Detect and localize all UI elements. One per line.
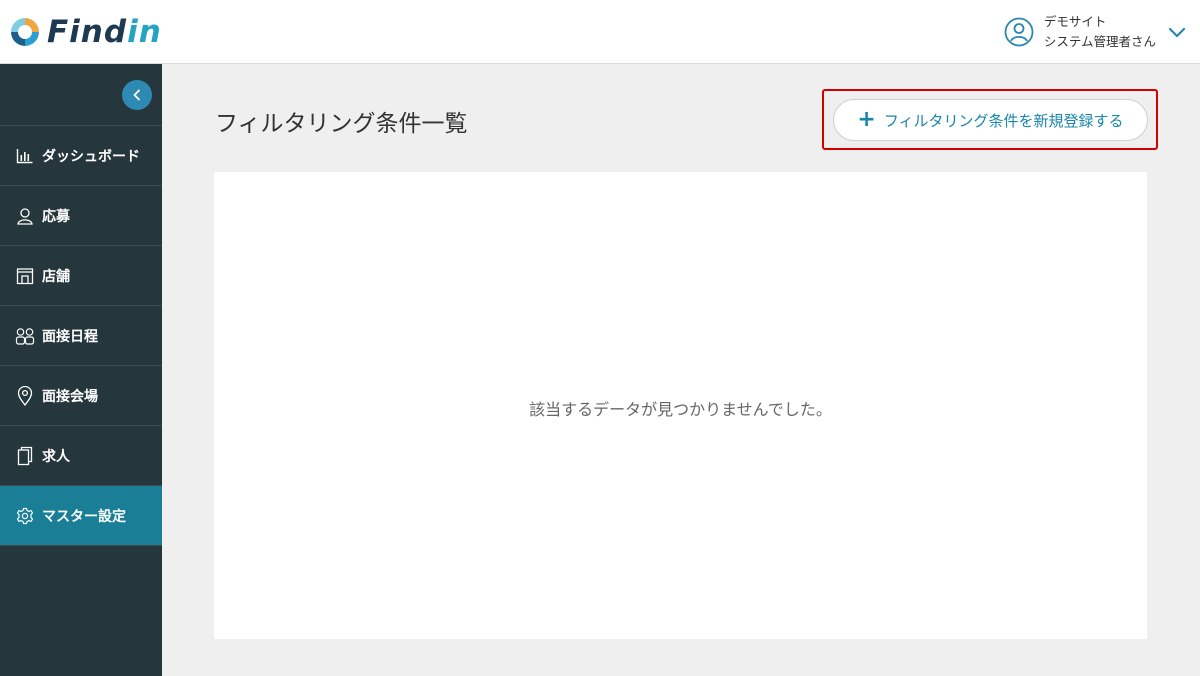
sidebar-item-label: 求人: [42, 448, 70, 465]
user-info: デモサイト システム管理者さん: [1044, 12, 1156, 52]
sidebar-item-master-settings[interactable]: マスター設定: [0, 486, 162, 546]
plus-icon: +: [857, 107, 876, 132]
chevron-left-icon: [133, 89, 140, 101]
chevron-down-icon[interactable]: [1166, 21, 1188, 43]
sidebar-item-label: マスター設定: [42, 508, 126, 525]
user-avatar-icon: [1004, 17, 1034, 47]
gear-icon: [15, 506, 35, 526]
sidebar-item-label: ダッシュボード: [42, 148, 140, 165]
top-header: Findin デモサイト システム管理者さん: [0, 0, 1200, 64]
chart-icon: [15, 146, 35, 166]
empty-state-message: 該当するデータが見つかりませんでした。: [529, 400, 832, 419]
sidebar-item-stores[interactable]: 店舗: [0, 246, 162, 306]
sidebar-item-interview-venue[interactable]: 面接会場: [0, 366, 162, 426]
sidebar: ダッシュボード 応募 店舗 面接日程 面接会場 求人 マスター設定: [0, 64, 162, 676]
add-button-label: フィルタリング条件を新規登録する: [883, 111, 1124, 130]
sidebar-item-label: 応募: [42, 208, 70, 225]
sidebar-item-applications[interactable]: 応募: [0, 186, 162, 246]
document-icon: [15, 446, 35, 466]
sidebar-item-label: 店舗: [42, 268, 70, 285]
results-panel: 該当するデータが見つかりませんでした。: [214, 172, 1147, 639]
page-title: フィルタリング条件一覧: [215, 111, 468, 137]
sidebar-nav: ダッシュボード 応募 店舗 面接日程 面接会場 求人 マスター設定: [0, 126, 162, 546]
sidebar-item-dashboard[interactable]: ダッシュボード: [0, 126, 162, 186]
user-menu[interactable]: デモサイト システム管理者さん: [1004, 10, 1188, 54]
sidebar-item-jobs[interactable]: 求人: [0, 426, 162, 486]
people-icon: [15, 326, 35, 346]
user-role-name: システム管理者さん: [1043, 34, 1156, 49]
findin-logo[interactable]: Findin: [8, 12, 162, 52]
sidebar-collapse-area: [0, 64, 162, 126]
sidebar-item-label: 面接会場: [42, 388, 98, 405]
sidebar-item-label: 面接日程: [42, 328, 98, 345]
store-icon: [15, 266, 35, 286]
add-filter-condition-button[interactable]: + フィルタリング条件を新規登録する: [833, 99, 1148, 141]
location-pin-icon: [15, 385, 35, 406]
logo-text: Findin: [47, 14, 162, 50]
sidebar-item-interview-schedule[interactable]: 面接日程: [0, 306, 162, 366]
logo-mark-icon: [11, 18, 39, 46]
user-site-name: デモサイト: [1043, 14, 1107, 29]
person-icon: [15, 206, 35, 226]
sidebar-collapse-button[interactable]: [122, 80, 152, 110]
